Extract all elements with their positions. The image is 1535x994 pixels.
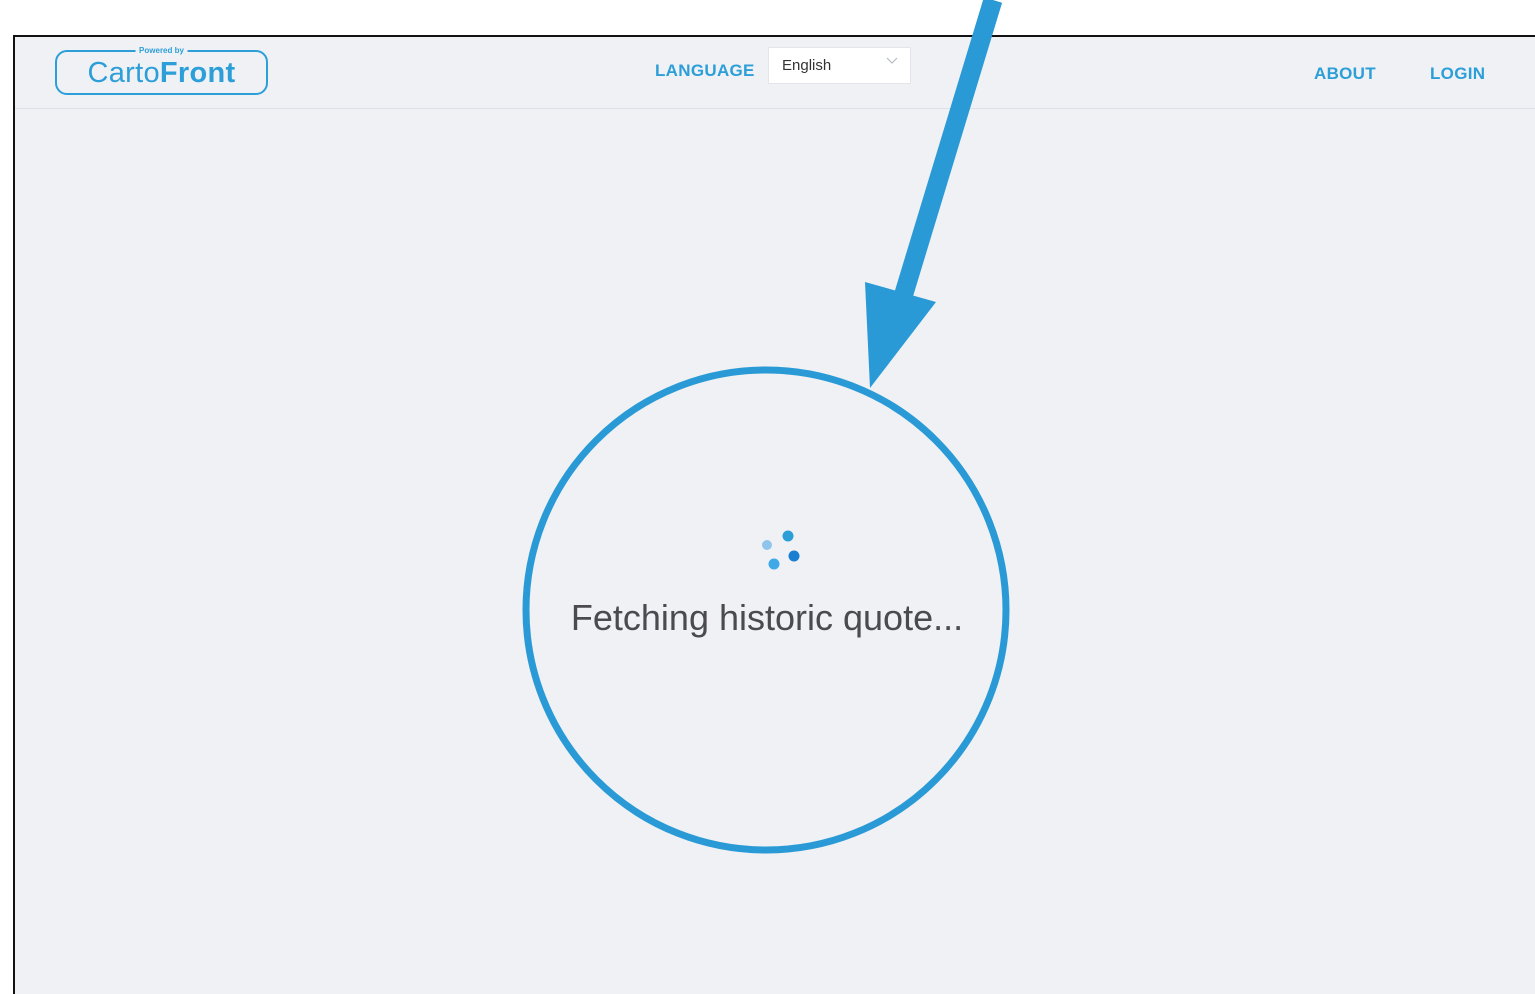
chevron-down-icon (886, 57, 898, 64)
language-label: LANGUAGE (655, 61, 755, 80)
loading-dots-icon (762, 530, 800, 570)
nav-about-link[interactable]: ABOUT (1314, 64, 1376, 84)
logo-brand-suffix: Front (159, 57, 236, 89)
app-window: Powered by CartoFront LANGUAGE English A… (13, 35, 1535, 994)
cartofront-logo[interactable]: Powered by CartoFront (55, 45, 268, 95)
loading-message: Fetching historic quote... (570, 597, 964, 638)
nav-login-link[interactable]: LOGIN (1430, 64, 1485, 84)
language-selected-value: English (782, 57, 832, 74)
language-select[interactable]: English (768, 47, 911, 84)
logo-brand-prefix: Carto (87, 57, 160, 89)
logo-wordmark: CartoFront (57, 56, 266, 90)
top-navbar: Powered by CartoFront LANGUAGE English A… (15, 37, 1535, 109)
